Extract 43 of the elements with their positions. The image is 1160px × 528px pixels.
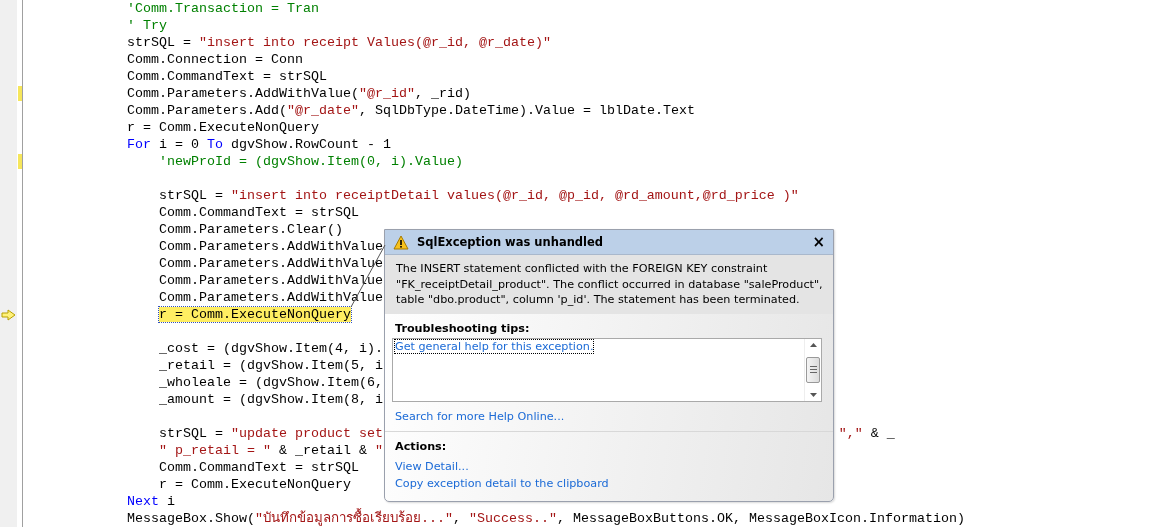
scrollbar[interactable] bbox=[804, 338, 821, 401]
help-link[interactable]: Get general help for this exception. bbox=[395, 339, 594, 353]
code-line: r = Comm.ExecuteNonQuery bbox=[0, 306, 351, 323]
code-line: Comm.Parameters.Clear() bbox=[0, 221, 343, 238]
scroll-thumb[interactable] bbox=[806, 356, 820, 383]
code-line: ' Try bbox=[0, 17, 167, 34]
code-line: Comm.Parameters.AddWithValue("@r_id", _rid) bbox=[0, 85, 471, 102]
code-line: _amount = (dgvShow.Item(8, i bbox=[0, 391, 383, 408]
code-line: Comm.Parameters.AddWithValue bbox=[0, 255, 383, 272]
code-line: _retail = (dgvShow.Item(5, i bbox=[0, 357, 383, 374]
action-link[interactable]: Copy exception detail to the clipboard bbox=[395, 476, 609, 490]
section-heading: Troubleshooting tips: bbox=[395, 321, 531, 335]
code-line: Comm.Parameters.Add("@r_date", SqlDbType.DateTime).Value = lblDate.Text bbox=[0, 102, 695, 119]
code-line: _cost = (dgvShow.Item(4, i). bbox=[0, 340, 383, 357]
section-heading: Actions: bbox=[395, 439, 448, 453]
code-fragment: "," & _ bbox=[838, 425, 896, 442]
code-line: r = Comm.ExecuteNonQuery bbox=[0, 119, 319, 136]
scroll-down-icon[interactable] bbox=[809, 392, 817, 397]
close-button[interactable]: × bbox=[809, 234, 828, 250]
code-line: Next i bbox=[0, 493, 175, 510]
warning-icon bbox=[393, 234, 409, 250]
code-line: 'Comm.Transaction = Tran bbox=[0, 0, 319, 17]
code-line: Comm.Parameters.AddWithValue bbox=[0, 272, 383, 289]
code-line: r = Comm.ExecuteNonQuery bbox=[0, 476, 351, 493]
code-line: For i = 0 To dgvShow.RowCount - 1 bbox=[0, 136, 391, 153]
code-line: Comm.CommandText = strSQL bbox=[0, 68, 327, 85]
scroll-up-icon[interactable] bbox=[809, 342, 817, 347]
code-line: Comm.Parameters.AddWithValue bbox=[0, 238, 383, 255]
exception-message: The INSERT statement conflicted with the FOREIGN KEY constraint "FK_receiptDetail_product". The conflict occurred in database "saleProduct", table "dbo.product", column 'p_id'. The statement has been terminated. bbox=[385, 255, 833, 314]
code-line: Comm.CommandText = strSQL bbox=[0, 204, 359, 221]
action-link[interactable]: View Detail... bbox=[395, 459, 469, 473]
code-line: 'newProId = (dgvShow.Item(0, i).Value) bbox=[0, 153, 463, 170]
code-line: strSQL = "insert into receiptDetail values(@r_id, @p_id, @rd_amount,@rd_price )" bbox=[0, 187, 799, 204]
code-line: _wholeale = (dgvShow.Item(6, bbox=[0, 374, 383, 391]
code-line: Comm.Connection = Conn bbox=[0, 51, 303, 68]
search-help-link[interactable]: Search for more Help Online... bbox=[395, 409, 823, 423]
code-line: Comm.CommandText = strSQL bbox=[0, 459, 359, 476]
dialog-title: SqlException was unhandled bbox=[417, 235, 605, 249]
code-line: strSQL = "update product set bbox=[0, 425, 383, 442]
code-line: MessageBox.Show("บันทึกข้อมูลการซื้อเรียบร้อย...", "Success..", MessageBoxButtons.OK, MessageBoxIcon.Information) bbox=[0, 510, 965, 527]
code-line: strSQL = "insert into receipt Values(@r_id, @r_date)" bbox=[0, 34, 551, 51]
code-line: Comm.Parameters.AddWithValue bbox=[0, 289, 383, 306]
code-line: " p_retail = " & _retail & " bbox=[0, 442, 383, 459]
